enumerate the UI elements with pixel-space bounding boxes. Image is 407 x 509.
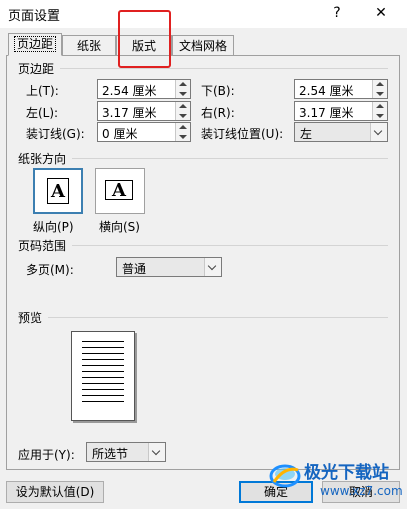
tab-paper-label: 纸张 [76, 39, 101, 53]
multiple-pages-select[interactable]: 普通 [116, 257, 222, 277]
bottom-margin-value: 2.54 厘米 [299, 84, 354, 98]
left-margin-value: 3.17 厘米 [102, 106, 157, 120]
window-title: 页面设置 [8, 9, 61, 24]
preview-line [82, 371, 124, 372]
pages-section-title: 页码范围 [18, 239, 67, 253]
pages-separator [72, 245, 388, 246]
close-button[interactable]: ✕ [370, 3, 392, 23]
margins-section-title: 页边距 [18, 62, 55, 76]
preview-separator [48, 317, 388, 318]
gutter-label: 装订线(G): [26, 127, 85, 141]
spin-down-icon[interactable] [376, 92, 384, 96]
orientation-separator [72, 158, 388, 159]
gutter-position-value: 左 [300, 127, 313, 141]
spin-down-icon[interactable] [376, 114, 384, 118]
top-margin-label: 上(T): [26, 84, 59, 98]
spin-up-icon[interactable] [376, 104, 384, 108]
spin-buttons[interactable] [372, 80, 387, 98]
gutter-value: 0 厘米 [102, 127, 138, 141]
preview-line [82, 359, 124, 360]
multiple-pages-value: 普通 [122, 262, 147, 276]
left-margin-spinner[interactable]: 3.17 厘米 [97, 101, 191, 121]
chevron-down-icon[interactable] [148, 443, 165, 461]
preview-line [82, 341, 124, 342]
apply-to-label: 应用于(Y): [18, 448, 75, 462]
chevron-down-icon[interactable] [370, 123, 387, 141]
spin-buttons[interactable] [175, 123, 190, 141]
spin-buttons[interactable] [175, 102, 190, 120]
set-default-button[interactable]: 设为默认值(D) [6, 481, 104, 503]
top-margin-spinner[interactable]: 2.54 厘米 [97, 79, 191, 99]
preview-line [82, 377, 124, 378]
landscape-page-icon: A [105, 180, 133, 201]
portrait-page-icon: A [47, 178, 69, 204]
bottom-margin-spinner[interactable]: 2.54 厘米 [294, 79, 388, 99]
landscape-label[interactable]: 横向(S) [99, 218, 140, 235]
right-margin-value: 3.17 厘米 [299, 106, 354, 120]
gutter-position-label: 装订线位置(U): [201, 127, 284, 141]
landscape-option[interactable]: A [95, 168, 145, 214]
preview-section-title: 预览 [18, 311, 43, 325]
spin-up-icon[interactable] [179, 104, 187, 108]
tab-document-grid-label: 文档网格 [178, 39, 227, 53]
watermark-url: www.xz7.com [320, 484, 403, 498]
spin-buttons[interactable] [372, 102, 387, 120]
margins-separator [60, 68, 388, 69]
preview-line [82, 365, 124, 366]
spin-down-icon[interactable] [179, 114, 187, 118]
tab-document-grid[interactable]: 文档网格 [172, 35, 234, 55]
spin-up-icon[interactable] [179, 125, 187, 129]
right-margin-label: 右(R): [201, 106, 235, 120]
chevron-down-icon[interactable] [204, 258, 221, 276]
right-margin-spinner[interactable]: 3.17 厘米 [294, 101, 388, 121]
preview-line [82, 401, 124, 402]
preview-line [82, 389, 124, 390]
top-margin-value: 2.54 厘米 [102, 84, 157, 98]
apply-to-value: 所选节 [92, 447, 129, 461]
multiple-pages-label: 多页(M): [26, 263, 74, 277]
site-watermark: 极光下载站 www.xz7.com [268, 456, 406, 508]
watermark-text: 极光下载站 [304, 463, 389, 483]
tab-margins[interactable]: 页边距 [8, 33, 62, 56]
page-preview [71, 331, 135, 421]
apply-to-select[interactable]: 所选节 [86, 442, 166, 462]
preview-line [82, 383, 124, 384]
preview-line [82, 347, 124, 348]
swirl-logo-icon [269, 464, 301, 488]
gutter-position-select[interactable]: 左 [294, 122, 388, 142]
gutter-spinner[interactable]: 0 厘米 [97, 122, 191, 142]
help-button[interactable]: ? [326, 3, 348, 23]
tab-margins-label: 页边距 [13, 36, 56, 52]
tab-paper[interactable]: 纸张 [62, 35, 116, 55]
spin-up-icon[interactable] [179, 82, 187, 86]
spin-down-icon[interactable] [179, 92, 187, 96]
preview-line [82, 353, 124, 354]
bottom-margin-label: 下(B): [201, 84, 235, 98]
spin-up-icon[interactable] [376, 82, 384, 86]
spin-buttons[interactable] [175, 80, 190, 98]
orientation-section-title: 纸张方向 [18, 152, 67, 166]
spin-down-icon[interactable] [179, 135, 187, 139]
portrait-option[interactable]: A [33, 168, 83, 214]
preview-line [82, 395, 124, 396]
left-margin-label: 左(L): [26, 106, 59, 120]
portrait-label[interactable]: 纵向(P) [33, 218, 74, 235]
